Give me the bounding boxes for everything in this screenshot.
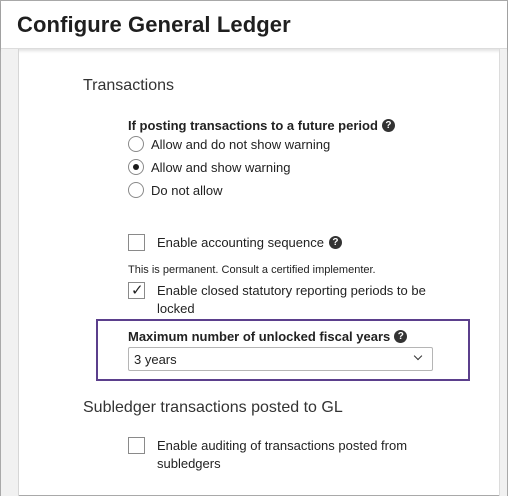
max-unlocked-label-text: Maximum number of unlocked fiscal years [128,329,391,344]
radio-do-not-allow[interactable]: Do not allow [128,182,223,198]
radio-button-selected[interactable] [128,159,144,175]
subledger-heading: Subledger transactions posted to GL [83,399,343,416]
radio-label: Allow and do not show warning [151,136,331,152]
max-unlocked-label: Maximum number of unlocked fiscal years … [128,329,408,344]
question-circle-icon[interactable]: ? [328,236,342,249]
left-gutter [1,49,19,496]
page-title: Configure General Ledger [17,12,291,37]
radio-label: Do not allow [151,182,223,198]
radio-allow-no-warning[interactable]: Allow and do not show warning [128,136,330,152]
checkbox-auditing[interactable] [128,437,145,454]
radio-button[interactable] [128,136,144,152]
radio-label: Allow and show warning [151,159,291,175]
permanent-note: This is permanent. Consult a certified i… [128,264,376,276]
max-unlocked-select[interactable]: 3 years [128,347,433,371]
checkmark-icon: ✓ [131,282,144,299]
question-circle-icon[interactable]: ? [381,119,395,132]
select-value: 3 years [134,351,177,367]
closed-periods-label: Enable closed statutory reporting period… [157,283,426,316]
auditing-label: Enable auditing of transactions posted f… [157,438,408,471]
future-period-label: If posting transactions to a future peri… [128,118,395,133]
checkbox-accounting-sequence[interactable]: Enable accounting sequence ? [128,234,342,251]
future-period-label-text: If posting transactions to a future peri… [128,118,378,133]
title-bar: Configure General Ledger [1,1,507,49]
checkbox-closed-periods[interactable]: ✓ [128,282,145,299]
checkbox-label: Enable accounting sequence [157,235,324,250]
question-circle-icon[interactable]: ? [394,330,408,343]
chevron-down-icon[interactable] [413,351,423,361]
radio-button[interactable] [128,182,144,198]
radio-allow-show-warning[interactable]: Allow and show warning [128,159,290,175]
dialog-frame: Configure General Ledger Transactions If… [0,0,508,496]
transactions-heading: Transactions [83,77,174,94]
checkbox[interactable] [128,234,145,251]
scrollbar[interactable] [499,49,507,496]
